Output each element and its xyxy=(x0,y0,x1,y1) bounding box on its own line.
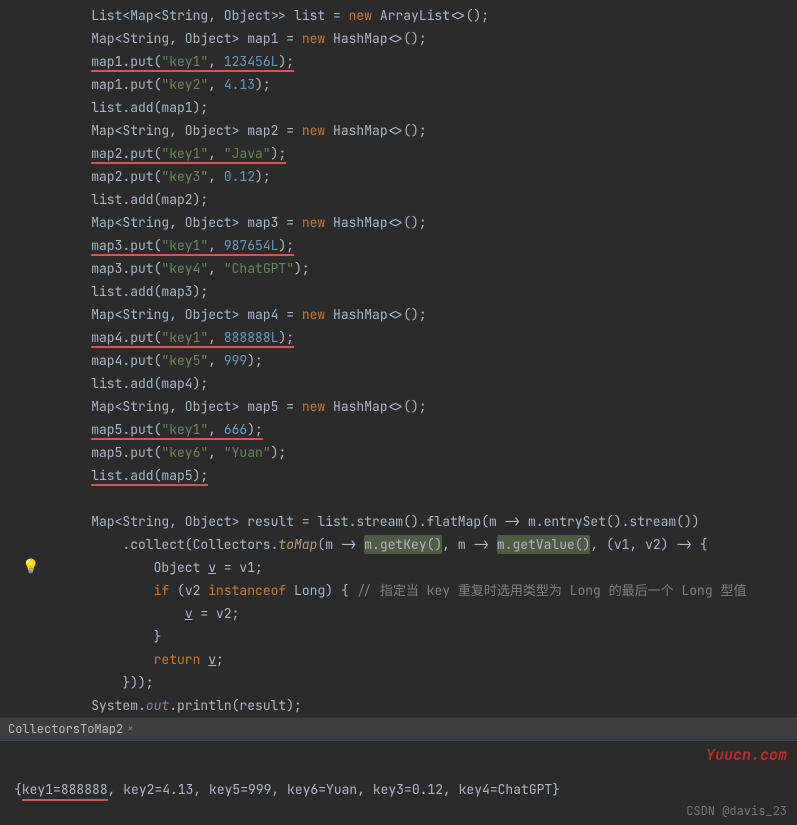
code-editor[interactable]: List<Map<String, Object>> list = new Arr… xyxy=(0,0,797,717)
code-line: Map<String, Object> map4 = new HashMap<>… xyxy=(0,303,797,326)
code-line: list.add(map1); xyxy=(0,96,797,119)
code-line: map5.put("key6", "Yuan"); xyxy=(0,441,797,464)
code-line: 💡 Object v = v1; xyxy=(0,556,797,579)
code-line: list.add(map5); xyxy=(0,464,797,487)
close-icon[interactable]: × xyxy=(127,722,134,736)
console-rest: , key2=4.13, key5=999, key6=Yuan, key3=0… xyxy=(108,781,560,798)
code-line: v = v2; xyxy=(0,602,797,625)
code-line xyxy=(0,487,797,510)
code-line: map5.put("key1", 666); xyxy=(0,418,797,441)
code-line: Map<String, Object> map1 = new HashMap<>… xyxy=(0,27,797,50)
console-key1: key1=888888 xyxy=(22,781,108,801)
code-line: list.add(map2); xyxy=(0,188,797,211)
code-line: })); xyxy=(0,671,797,694)
code-line: Map<String, Object> result = list.stream… xyxy=(0,510,797,533)
code-line: return v; xyxy=(0,648,797,671)
watermark-yuucn: Yuucn.com xyxy=(706,745,787,765)
code-line: Map<String, Object> map3 = new HashMap<>… xyxy=(0,211,797,234)
code-line: System.out.println(result); xyxy=(0,694,797,717)
code-line: if (v2 instanceof Long) { // 指定当 key 重复时… xyxy=(0,579,797,602)
code-line: Map<String, Object> map2 = new HashMap<>… xyxy=(0,119,797,142)
code-line: map2.put("key1", "Java"); xyxy=(0,142,797,165)
code-line: Map<String, Object> map5 = new HashMap<>… xyxy=(0,395,797,418)
code-line: map4.put("key5", 999); xyxy=(0,349,797,372)
run-tabs: CollectorsToMap2 × xyxy=(0,717,797,740)
code-line: map1.put("key2", 4.13); xyxy=(0,73,797,96)
intention-bulb-icon[interactable]: 💡 xyxy=(22,556,39,579)
watermark-csdn: CSDN @davis_23 xyxy=(686,803,787,819)
console-output[interactable]: Yuucn.com {key1=888888, key2=4.13, key5=… xyxy=(0,740,797,825)
code-line: map3.put("key1", 987654L); xyxy=(0,234,797,257)
code-line: map1.put("key1", 123456L); xyxy=(0,50,797,73)
code-line: map4.put("key1", 888888L); xyxy=(0,326,797,349)
tab-collectorstomap2[interactable]: CollectorsToMap2 × xyxy=(0,719,142,739)
tab-label: CollectorsToMap2 xyxy=(8,721,123,737)
code-line: map2.put("key3", 0.12); xyxy=(0,165,797,188)
code-line: List<Map<String, Object>> list = new Arr… xyxy=(0,4,797,27)
code-line: .collect(Collectors.toMap(m -> m.getKey(… xyxy=(0,533,797,556)
code-line: list.add(map3); xyxy=(0,280,797,303)
code-line: } xyxy=(0,625,797,648)
code-line: list.add(map4); xyxy=(0,372,797,395)
code-line: map3.put("key4", "ChatGPT"); xyxy=(0,257,797,280)
